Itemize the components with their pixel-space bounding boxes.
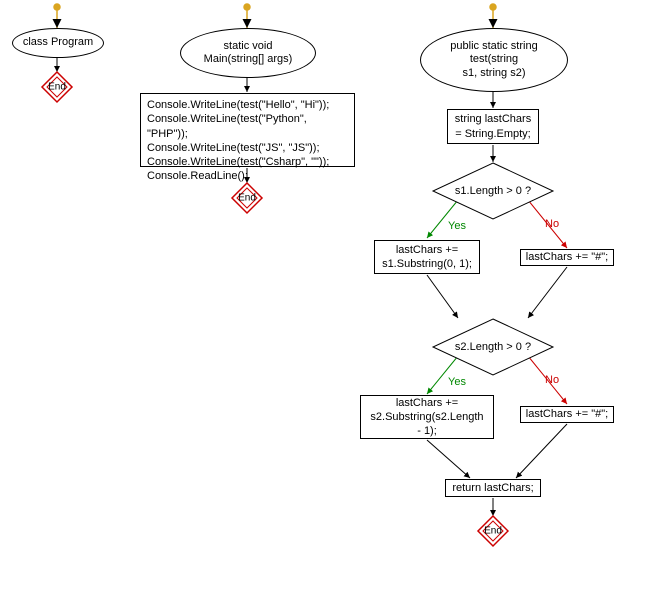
label: lastChars += "#"; <box>526 250 608 264</box>
label-line2: s2.Substring(s2.Length <box>370 410 483 424</box>
label: class Program <box>23 36 93 49</box>
flowchart-container: class Program End static void Main(strin… <box>0 0 654 598</box>
edge-label-yes: Yes <box>448 220 466 232</box>
node-main-body: Console.WriteLine(test("Hello", "Hi")); … <box>140 93 355 167</box>
code-line: Console.WriteLine(test("Hello", "Hi")); <box>147 98 348 112</box>
node-test-signature: public static string test(string s1, str… <box>420 28 568 92</box>
end-label: End <box>238 193 256 204</box>
node-init-lastchars: string lastChars = String.Empty; <box>447 109 539 144</box>
label-line2: = String.Empty; <box>455 127 531 141</box>
label-line1: public static string <box>450 40 537 53</box>
end-node-program: End <box>42 72 72 102</box>
node-return: return lastChars; <box>445 479 541 497</box>
label-line1: lastChars += <box>396 243 458 257</box>
label-line1: static void <box>224 40 273 53</box>
edge-label-yes: Yes <box>448 376 466 388</box>
label-line2: s1.Substring(0, 1); <box>382 257 472 271</box>
node-class-program: class Program <box>12 28 104 58</box>
end-node-test: End <box>478 516 508 546</box>
label-line3: s1, string s2) <box>463 67 526 80</box>
node-append-hash-2: lastChars += "#"; <box>520 406 614 423</box>
label-line1: lastChars += <box>396 396 458 410</box>
code-line: Console.WriteLine(test("Csharp", "")); <box>147 155 348 169</box>
node-append-hash-1: lastChars += "#"; <box>520 249 614 266</box>
node-append-s2: lastChars += s2.Substring(s2.Length - 1)… <box>360 395 494 439</box>
edge-label-no: No <box>545 218 559 230</box>
node-main: static void Main(string[] args) <box>180 28 316 78</box>
label-line3: - 1); <box>417 424 437 438</box>
label-line1: string lastChars <box>455 112 531 126</box>
code-line: Console.ReadLine(); <box>147 169 348 183</box>
decision-s1-length-label: s1.Length > 0 ? <box>455 185 531 197</box>
node-append-s1: lastChars += s1.Substring(0, 1); <box>374 240 480 274</box>
end-label: End <box>48 82 66 93</box>
edge-label-no: No <box>545 374 559 386</box>
code-line: Console.WriteLine(test("JS", "JS")); <box>147 141 348 155</box>
decision-s2-length-label: s2.Length > 0 ? <box>455 341 531 353</box>
label-line2: Main(string[] args) <box>204 53 293 66</box>
label: lastChars += "#"; <box>526 407 608 421</box>
label: return lastChars; <box>452 481 533 495</box>
end-label: End <box>484 526 502 537</box>
code-line: Console.WriteLine(test("Python", "PHP"))… <box>147 112 348 141</box>
edges-layer <box>0 0 654 598</box>
label-line2: test(string <box>470 53 518 66</box>
end-node-main: End <box>232 183 262 213</box>
